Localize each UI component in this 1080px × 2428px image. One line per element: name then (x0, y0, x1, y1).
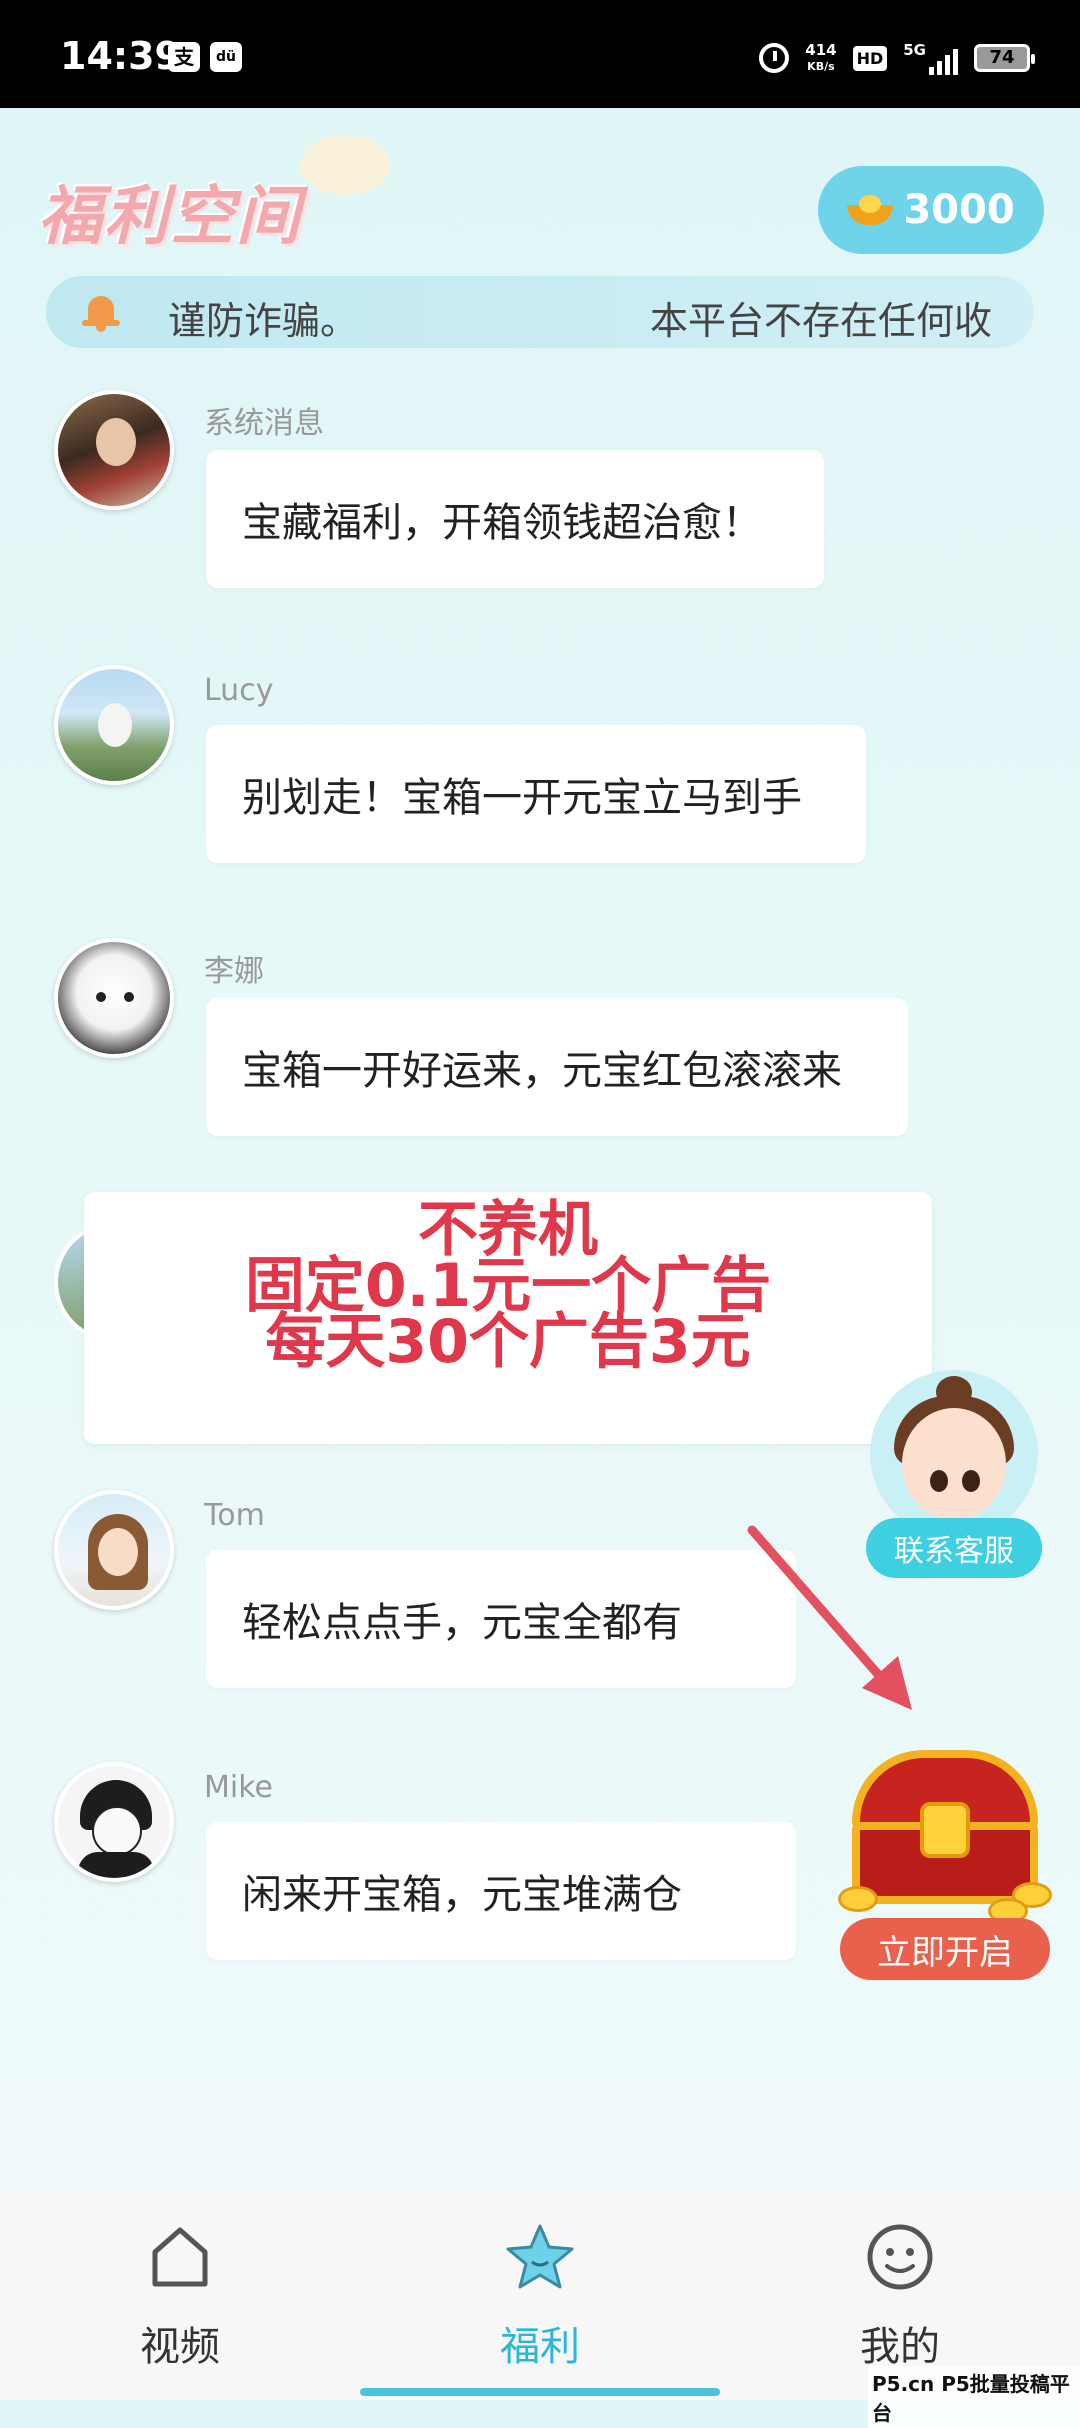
home-indicator[interactable] (360, 2388, 720, 2396)
avatar (54, 1762, 174, 1882)
hd-badge: HD (852, 45, 888, 71)
coin-balance-value: 3000 (903, 187, 1015, 233)
alipay-icon: 支 (168, 42, 200, 72)
tab-welfare[interactable]: 福利 (440, 2222, 640, 2372)
avatar (54, 390, 174, 510)
app-notification-icon: dü (210, 42, 242, 72)
message-bubble: 宝藏福利，开箱领钱超治愈！ (206, 450, 824, 588)
avatar (54, 665, 174, 785)
treasure-chest-icon[interactable] (838, 1740, 1052, 1924)
network-speed: 414 KB/s (805, 40, 837, 73)
message-bubble: 宝箱一开好运来，元宝红包滚滚来 (206, 998, 908, 1136)
notice-text-warning: 谨防诈骗。 (168, 299, 359, 343)
message-bubble: 闲来开宝箱，元宝堆满仓 (206, 1822, 796, 1960)
star-icon (505, 2222, 575, 2292)
app-logo: 福利空间 (38, 180, 302, 254)
watermark: P5.cn P5批量投稿平台 (868, 2366, 1080, 2428)
tab-label: 我的 (860, 2324, 940, 2370)
notice-banner[interactable]: 谨防诈骗。 本平台不存在任何收 (46, 276, 1034, 348)
sender-name: Tom (204, 1498, 265, 1533)
promo-overlay-card: 不养机 固定0.1元一个广告 每天30个广告3元 (84, 1192, 932, 1444)
eye (962, 1470, 980, 1492)
bell-icon (82, 292, 120, 332)
promo-line-2: 固定0.1元一个广告 (244, 1251, 772, 1321)
eye (930, 1470, 948, 1492)
gold-coin (838, 1886, 878, 1912)
tab-profile[interactable]: 我的 (800, 2222, 1000, 2372)
sender-name: Mike (204, 1770, 273, 1805)
smiley-icon (865, 2222, 935, 2292)
battery-icon: 74 (974, 44, 1035, 72)
pointer-arrow-icon (747, 1525, 912, 1710)
video-icon (145, 2222, 215, 2292)
status-bar: 14:39 支 dü 414 KB/s HD 5G 74 (0, 0, 1080, 108)
tab-label: 视频 (140, 2324, 220, 2370)
avatar (54, 1490, 174, 1610)
alarm-icon (759, 43, 790, 73)
open-chest-button[interactable]: 立即开启 (840, 1918, 1050, 1980)
tab-video[interactable]: 视频 (80, 2222, 280, 2372)
notice-text-scroll: 本平台不存在任何收 (650, 299, 993, 343)
promo-line-1: 不养机 (418, 1195, 598, 1265)
message-bubble: 别划走！宝箱一开元宝立马到手 (206, 725, 866, 863)
status-time: 14:39 (60, 34, 181, 78)
logo-ingot-decoration (300, 135, 390, 195)
tab-label: 福利 (500, 2324, 580, 2370)
sender-name: 系统消息 (204, 406, 324, 441)
coin-balance-button[interactable]: 3000 (818, 166, 1044, 254)
gold-ingot-icon (847, 195, 894, 225)
chest-lock (920, 1802, 970, 1858)
message-bubble: 轻松点点手，元宝全都有 (206, 1550, 796, 1688)
sender-name: 李娜 (204, 954, 264, 989)
promo-line-3: 每天30个广告3元 (265, 1307, 751, 1377)
sender-name: Lucy (204, 673, 274, 708)
customer-service-avatar (902, 1408, 1006, 1520)
avatar (54, 938, 174, 1058)
signal-icon: 5G (903, 41, 958, 75)
